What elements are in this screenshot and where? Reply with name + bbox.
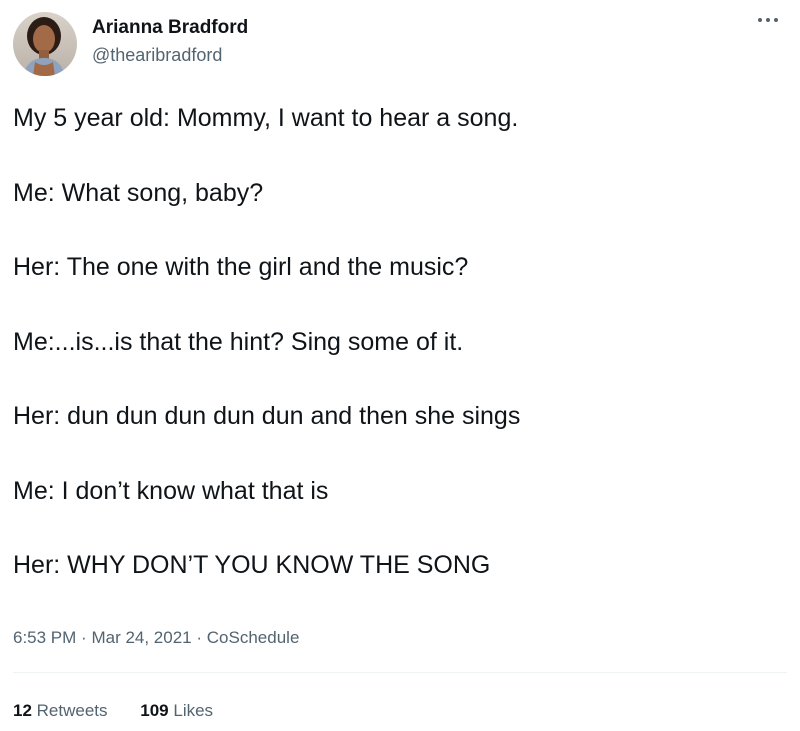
tweet-line: Her: The one with the girl and the music… (13, 253, 469, 281)
author-handle[interactable]: @thearibradford (92, 44, 222, 66)
retweets-stat[interactable]: 12 Retweets (13, 700, 108, 722)
meta-separator: · (196, 628, 203, 647)
tweet-source[interactable]: CoSchedule (207, 628, 300, 647)
more-options-button[interactable] (754, 10, 782, 30)
tweet-date[interactable]: Mar 24, 2021 (91, 628, 191, 647)
tweet-text: My 5 year old: Mommy, I want to hear a s… (13, 103, 783, 625)
more-horizontal-icon (758, 18, 778, 22)
likes-stat[interactable]: 109 Likes (140, 700, 213, 722)
tweet-time[interactable]: 6:53 PM (13, 628, 76, 647)
tweet-metadata: 6:53 PM · Mar 24, 2021 · CoSchedule (13, 627, 299, 649)
tweet-line: Me: What song, baby? (13, 178, 264, 207)
likes-label: Likes (173, 701, 214, 720)
tweet: Arianna Bradford @thearibradford My 5 ye… (0, 0, 800, 731)
retweets-count: 12 (13, 701, 32, 720)
divider (13, 672, 787, 673)
author-display-name[interactable]: Arianna Bradford (92, 16, 248, 40)
retweets-label: Retweets (36, 701, 108, 720)
tweet-stats: 12 Retweets 109 Likes (13, 700, 241, 722)
tweet-line: Her: dun dun dun dun dun and then she si… (13, 402, 521, 430)
tweet-line: My 5 year old: Mommy, I want to hear a s… (13, 104, 519, 132)
tweet-line: Me: I don’t know what that is (13, 476, 329, 505)
meta-separator: · (81, 628, 87, 647)
tweet-line: Her: WHY DON’T YOU KNOW THE SONG (13, 551, 491, 579)
avatar-photo-icon (13, 12, 77, 76)
likes-count: 109 (140, 701, 169, 720)
avatar[interactable] (13, 12, 77, 76)
tweet-line: Me:...is...is that the hint? Sing some o… (13, 327, 464, 356)
